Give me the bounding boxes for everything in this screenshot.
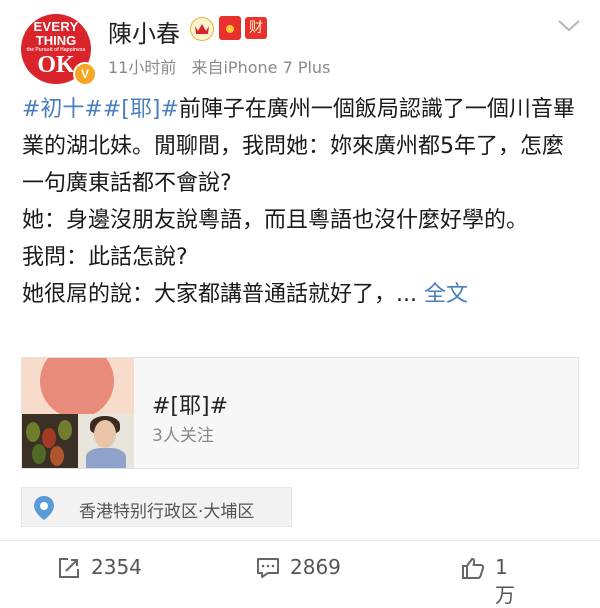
- location-tag[interactable]: 香港特别行政区·大埔区: [21, 487, 292, 527]
- divider: [0, 540, 600, 541]
- topic-thumbnail: [22, 358, 134, 468]
- red-envelope-icon[interactable]: [219, 16, 241, 40]
- crown-icon[interactable]: [190, 17, 214, 41]
- avatar-text-2: THING: [35, 33, 77, 48]
- repost-icon: [59, 558, 79, 578]
- comment-icon: [257, 558, 279, 578]
- post-time: 11小时前: [108, 58, 177, 77]
- comment-count: 2869: [290, 555, 341, 579]
- cai-badge[interactable]: 财: [245, 17, 267, 39]
- post-last-line: 她很屌的說：大家都講普通話就好了，... 全文: [22, 276, 582, 313]
- verified-badge: V: [73, 62, 97, 86]
- username[interactable]: 陳小春: [108, 14, 180, 49]
- full-text-link[interactable]: 全文: [424, 282, 468, 307]
- post-paragraph-1: #初十##[耶]#前陣子在廣州一個飯局認識了一個川音畢業的湖北妹。閒聊間，我問她…: [22, 91, 582, 202]
- post-line: 我問：此話怎說?: [22, 245, 188, 270]
- avatar-text-1: EVERY: [33, 19, 79, 34]
- post-line: 她很屌的說：大家都講普通話就好了，...: [22, 282, 424, 307]
- post-text: #初十##[耶]#前陣子在廣州一個飯局認識了一個川音畢業的湖北妹。閒聊間，我問她…: [22, 91, 582, 313]
- topic-title: #[耶]#: [152, 394, 229, 419]
- post-line: 她：身邊沒朋友說粵語，而且粵語也沒什麼好學的。: [22, 208, 529, 233]
- topic-card[interactable]: #[耶]# 3人关注: [21, 357, 579, 469]
- thumbs-up-icon: [462, 558, 485, 579]
- post-source[interactable]: 来自iPhone 7 Plus: [191, 58, 330, 77]
- post-meta: 11小时前 来自iPhone 7 Plus: [108, 54, 330, 78]
- hashtag-link[interactable]: #初十#: [22, 97, 103, 122]
- weibo-post-card: EVERY THING the Pursuit of Happiness OK …: [0, 0, 600, 607]
- chevron-down-icon[interactable]: [556, 18, 582, 34]
- location-pin-icon: [34, 496, 54, 520]
- location-text: 香港特别行政区·大埔区: [79, 502, 255, 522]
- repost-count: 2354: [91, 555, 142, 579]
- topic-followers: 3人关注: [152, 426, 214, 446]
- like-count: 1万: [495, 555, 515, 607]
- hashtag-link[interactable]: #[耶]#: [103, 97, 179, 122]
